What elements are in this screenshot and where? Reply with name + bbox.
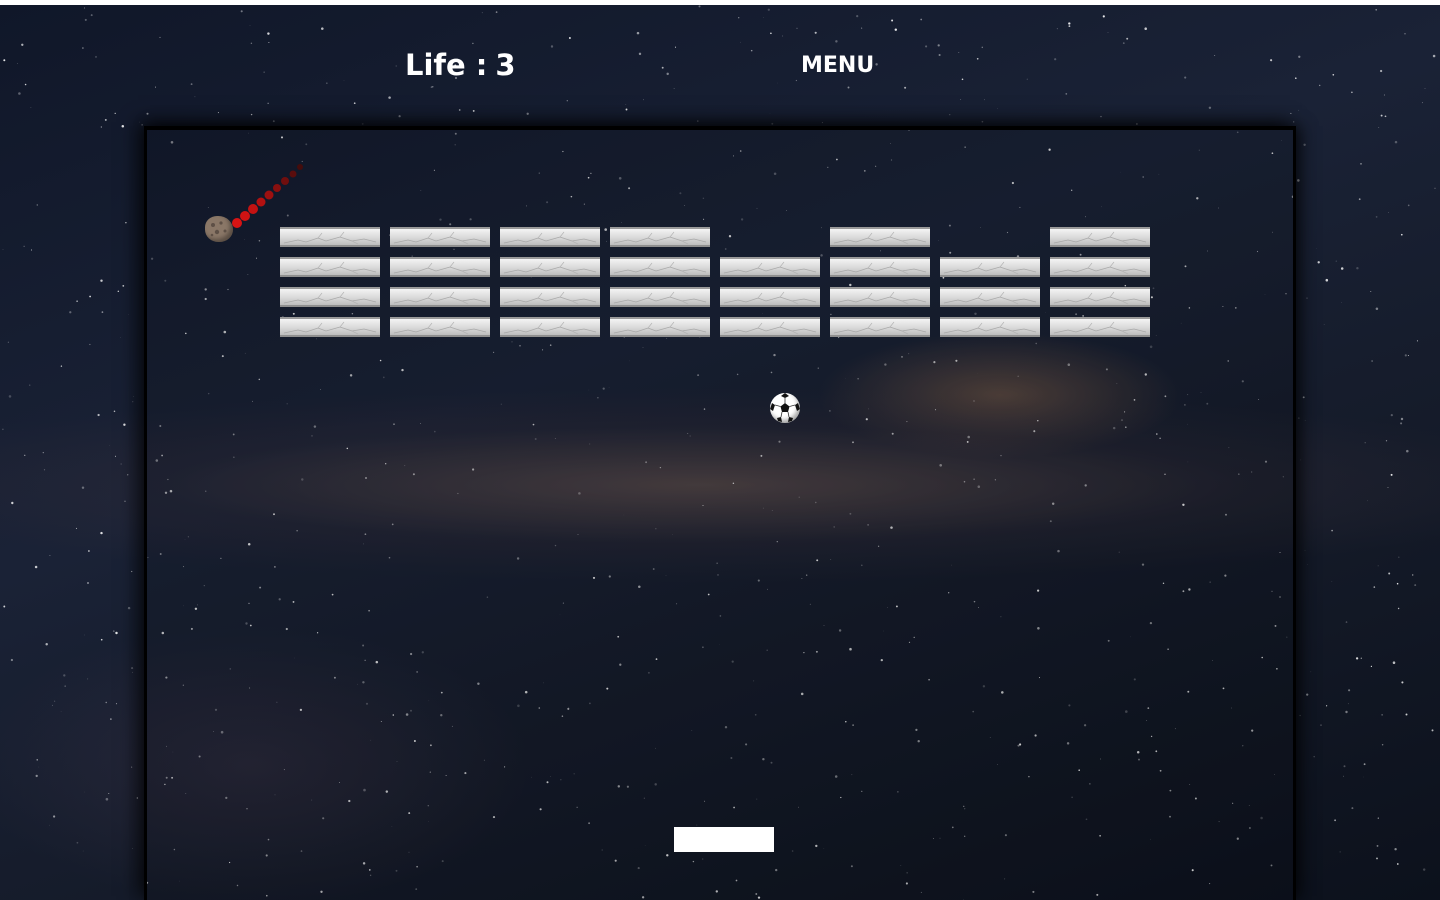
brick xyxy=(390,317,490,337)
brick xyxy=(500,227,600,247)
meteor-trail xyxy=(232,164,303,228)
soccer-ball-icon xyxy=(770,393,800,423)
life-label: Life : xyxy=(405,48,488,82)
play-area-right-border xyxy=(1293,126,1296,900)
brick xyxy=(280,317,380,337)
brick xyxy=(830,287,930,307)
paddle[interactable] xyxy=(674,827,774,852)
brick xyxy=(940,317,1040,337)
brick xyxy=(1050,317,1150,337)
brick xyxy=(390,257,490,277)
brick xyxy=(280,257,380,277)
brick xyxy=(830,227,930,247)
life-counter: Life : 3 xyxy=(405,48,516,82)
brick xyxy=(1050,287,1150,307)
brick xyxy=(610,287,710,307)
menu-button[interactable]: MENU xyxy=(801,53,874,78)
brick xyxy=(610,317,710,337)
brick xyxy=(610,257,710,277)
brick xyxy=(720,287,820,307)
brick xyxy=(720,257,820,277)
brick xyxy=(390,287,490,307)
brick xyxy=(610,227,710,247)
brick xyxy=(280,287,380,307)
brick xyxy=(830,317,930,337)
brick xyxy=(720,317,820,337)
brick xyxy=(500,257,600,277)
play-area-left-border xyxy=(144,126,147,900)
brick xyxy=(940,257,1040,277)
brick xyxy=(1050,227,1150,247)
brick xyxy=(500,287,600,307)
brick xyxy=(830,257,930,277)
brick xyxy=(940,287,1040,307)
brick xyxy=(390,227,490,247)
brick xyxy=(500,317,600,337)
meteor-icon xyxy=(205,216,233,242)
life-value: 3 xyxy=(495,48,516,82)
brick xyxy=(1050,257,1150,277)
play-area-top-border xyxy=(144,126,1296,130)
